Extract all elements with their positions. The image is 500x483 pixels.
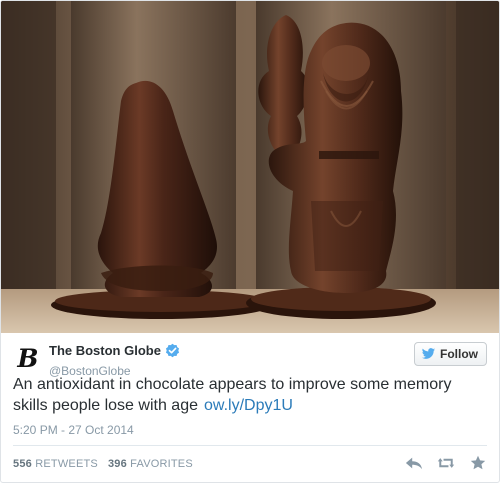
favorites-label: FAVORITES <box>130 458 193 470</box>
favorites-stat[interactable]: 396 FAVORITES <box>108 458 193 470</box>
verified-badge-icon <box>165 343 180 358</box>
follow-button-label: Follow <box>440 347 478 361</box>
avatar-logo-glyph: B <box>17 343 39 373</box>
tweet-actions <box>405 455 487 471</box>
tweet-stats: 556 RETWEETS 396 FAVORITES <box>13 458 193 470</box>
twitter-bird-icon <box>421 348 436 359</box>
retweets-count: 556 <box>13 458 32 470</box>
favorites-count: 396 <box>107 458 127 470</box>
tweet-card: B The Boston Globe @BostonGlobe Follow A… <box>0 0 500 483</box>
tweet-photo[interactable] <box>1 1 499 333</box>
photo-chocolate-figures-icon <box>1 1 499 333</box>
reply-icon[interactable] <box>405 455 423 471</box>
tweet-timestamp[interactable]: 5:20 PM - 27 Oct 2014 <box>13 423 134 437</box>
favorite-icon[interactable] <box>469 455 487 471</box>
tweet-link[interactable]: ow.ly/Dpy1U <box>204 397 293 414</box>
tweet-text: An antioxidant in chocolate appears to i… <box>13 374 487 416</box>
retweet-icon[interactable] <box>437 455 455 471</box>
follow-button[interactable]: Follow <box>414 342 487 366</box>
author-display-name-row: The Boston Globe <box>49 343 180 358</box>
author-display-name: The Boston Globe <box>49 343 161 358</box>
author-name-block[interactable]: The Boston Globe @BostonGlobe <box>49 342 180 378</box>
retweets-label: RETWEETS <box>35 458 98 470</box>
author-avatar[interactable]: B <box>13 343 43 373</box>
retweets-stat[interactable]: 556 RETWEETS <box>13 458 98 470</box>
divider <box>13 445 487 446</box>
